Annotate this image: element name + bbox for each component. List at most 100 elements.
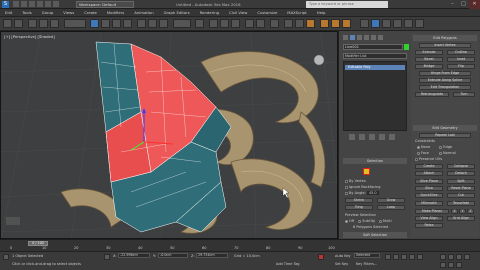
utilities-tab-icon[interactable] [415,19,424,28]
hierarchy-tab-icon[interactable] [382,19,391,28]
add-time-tag-button[interactable]: Add Time Tag [276,262,300,266]
render-setup-icon[interactable] [320,19,329,28]
menu-item-maxscript[interactable]: MAXScript [282,9,312,16]
angle-snap-icon[interactable] [220,19,229,28]
app-logo-icon[interactable]: S [2,1,9,8]
edit-triangulation-button[interactable]: Edit Triangulation [419,85,471,90]
close-button[interactable]: ✕ [469,0,480,9]
display-tab-icon[interactable] [404,19,413,28]
menu-item-civil-view[interactable]: Civil View [224,9,252,16]
grid-align-button[interactable]: Grid Align [447,216,475,221]
select-object-icon[interactable] [90,19,99,28]
link-icon[interactable] [28,19,37,28]
play-icon[interactable] [401,254,407,260]
go-to-start-icon[interactable] [385,254,391,260]
collapse-button[interactable]: Collapse [447,164,475,169]
split-button[interactable]: Split [447,179,475,184]
motion-panel-icon[interactable] [364,35,369,40]
key-filters-button[interactable]: Key Filters... [356,262,377,266]
remove-modifier-icon[interactable] [379,134,385,140]
preview-subobj-option[interactable]: SubObj [362,219,375,223]
x-coord-field[interactable]: -22.996cm [118,253,150,258]
render-production-icon[interactable] [342,19,351,28]
configure-sets-icon[interactable] [389,134,395,140]
flip-button[interactable]: Flip [447,64,475,69]
msmooth-button[interactable]: MSmooth [415,201,443,206]
undo-icon[interactable] [37,1,43,7]
percent-snap-icon[interactable] [231,19,240,28]
make-planar-button[interactable]: Make Planar [415,209,449,214]
menu-item-help[interactable]: Help [312,9,331,16]
create-tab-icon[interactable] [360,19,369,28]
outline-button[interactable]: Outline [447,50,475,55]
previous-frame-icon[interactable] [393,254,399,260]
motion-tab-icon[interactable] [393,19,402,28]
menu-item-graph-editors[interactable]: Graph Editors [159,9,195,16]
workspace-dropdown[interactable]: Workspace: Default [76,1,134,8]
set-key-button[interactable]: Set Key [335,262,348,266]
selection-rollout-title[interactable]: Selection [343,158,407,164]
field-of-view-icon[interactable] [464,254,470,260]
orbit-icon[interactable] [448,262,454,268]
constraint-normal[interactable]: Normal [443,151,456,155]
undo-toolbar-icon[interactable] [3,19,12,28]
create-button[interactable]: Create [415,164,443,169]
zoom-icon[interactable] [440,254,446,260]
pivot-center-icon[interactable] [195,19,204,28]
key-selection-dropdown[interactable]: Selected [354,253,380,258]
select-scale-icon[interactable] [159,19,168,28]
y-coord-field[interactable]: -0.0cm [158,253,188,258]
cut-button[interactable]: Cut [447,193,475,198]
by-angle-option[interactable]: By Angle: 45.0 [345,191,379,196]
constraint-edge[interactable]: Edge [443,145,452,149]
planar-x-button[interactable]: X [451,209,458,214]
reset-plane-button[interactable]: Reset Plane [447,186,475,191]
utilities-panel-icon[interactable] [378,35,383,40]
detach-button[interactable]: Detach [447,171,475,176]
menu-item-tools[interactable]: Tools [17,9,36,16]
repeat-last-button[interactable]: Repeat Last [419,133,471,138]
modifier-list-dropdown[interactable]: Modifier List [343,53,407,59]
lock-selection-icon[interactable] [104,254,110,260]
redo-toolbar-icon[interactable] [14,19,23,28]
object-color-swatch[interactable] [404,44,409,50]
preview-multi-option[interactable]: Multi [383,219,392,223]
zoom-extents-icon[interactable] [456,254,462,260]
new-file-icon[interactable] [13,1,19,7]
z-coord-field[interactable]: 29.754cm [196,253,228,258]
align-icon[interactable] [256,19,265,28]
maximize-button[interactable]: □ [458,0,469,9]
display-panel-icon[interactable] [371,35,376,40]
relax-button[interactable]: Relax [415,223,443,228]
menu-item-group[interactable]: Group [37,9,59,16]
set-key-mode-icon[interactable] [318,254,324,260]
snaps-toggle-icon[interactable] [209,19,218,28]
rendered-frame-icon[interactable] [331,19,340,28]
menu-item-edit[interactable]: Edit [0,9,17,16]
hierarchy-panel-icon[interactable] [357,35,362,40]
mirror-icon[interactable] [245,19,254,28]
object-name-field[interactable]: Line001 [343,44,403,50]
pin-stack-icon[interactable] [349,134,355,140]
tessellate-button[interactable]: Tessellate [447,201,475,206]
slice-plane-button[interactable]: Slice Plane [415,179,443,184]
curve-editor-icon[interactable] [284,19,293,28]
edit-polygons-rollout-title[interactable]: Edit Polygons [413,35,477,41]
open-file-icon[interactable] [21,1,27,7]
shrink-button[interactable]: Shrink [345,198,373,203]
save-file-icon[interactable] [29,1,35,7]
insert-vertex-button[interactable]: Insert Vertex [419,43,471,48]
by-vertex-option[interactable]: By Vertex [345,179,366,184]
maximize-viewport-icon[interactable] [456,262,462,268]
extrude-button[interactable]: Extrude [415,50,443,55]
menu-item-customize[interactable]: Customize [252,9,282,16]
edit-geometry-rollout-title[interactable]: Edit Geometry [413,125,477,131]
preserve-uvs-option[interactable]: Preserve UVs [415,157,442,162]
ignore-backfacing-option[interactable]: Ignore Backfacing [345,185,380,190]
menu-item-views[interactable]: Views [58,9,79,16]
make-unique-icon[interactable] [369,134,375,140]
planar-z-button[interactable]: Z [467,209,474,214]
constraint-none[interactable]: None [421,145,430,149]
create-panel-icon[interactable] [343,35,348,40]
next-frame-icon[interactable] [409,254,415,260]
